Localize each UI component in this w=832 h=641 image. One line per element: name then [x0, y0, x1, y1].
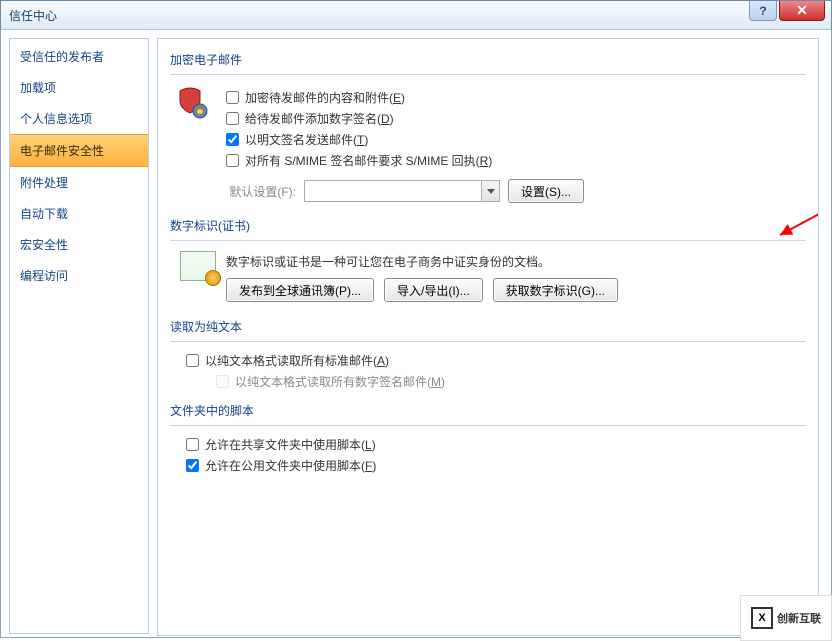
checkbox-public-scripts[interactable]: [186, 459, 199, 472]
sidebar-item-trusted-publishers[interactable]: 受信任的发布者: [10, 41, 148, 72]
shield-icon: [178, 87, 210, 119]
digital-id-block: 数字标识或证书是一种可让您在电子商务中证实身份的文档。 发布到全球通讯簿(P).…: [180, 251, 806, 302]
section-plain-text-title: 读取为纯文本: [170, 310, 806, 342]
option-cleartext-sign: 以明文签名发送邮件(T): [226, 131, 806, 148]
default-setting-dropdown[interactable]: [304, 180, 500, 202]
checkbox-plain-standard[interactable]: [186, 354, 199, 367]
label-public-scripts: 允许在公用文件夹中使用脚本(F): [205, 457, 376, 474]
title-bar: 信任中心 ? ✕: [0, 0, 832, 30]
option-shared-scripts: 允许在共享文件夹中使用脚本(L): [186, 436, 806, 453]
dropdown-value: [305, 181, 481, 201]
settings-button[interactable]: 设置(S)...: [508, 179, 584, 203]
sidebar-item-email-security[interactable]: 电子邮件安全性: [10, 134, 148, 167]
checkbox-add-signature[interactable]: [226, 112, 239, 125]
watermark-logo-icon: X: [751, 607, 773, 629]
sidebar-item-addins[interactable]: 加载项: [10, 72, 148, 103]
label-smime-receipt: 对所有 S/MIME 签名邮件要求 S/MIME 回执(R): [245, 152, 492, 169]
label-cleartext-sign: 以明文签名发送邮件(T): [245, 131, 368, 148]
option-plain-signed: 以纯文本格式读取所有数字签名邮件(M): [216, 373, 806, 390]
watermark: X 创新互联: [740, 595, 832, 641]
label-encrypt-contents: 加密待发邮件的内容和附件(E): [245, 89, 405, 106]
label-plain-standard: 以纯文本格式读取所有标准邮件(A): [205, 352, 389, 369]
content-area: 加密电子邮件 加密待发邮件的内容和附件(E) 给待发邮件添加数字签名(D) 以明…: [153, 30, 831, 637]
sidebar: 受信任的发布者 加载项 个人信息选项 电子邮件安全性 附件处理 自动下载 宏安全…: [9, 38, 149, 634]
help-button[interactable]: ?: [749, 1, 777, 21]
default-setting-row: 默认设置(F): 设置(S)...: [226, 179, 806, 203]
chevron-down-icon[interactable]: [481, 181, 499, 201]
option-encrypt-contents: 加密待发邮件的内容和附件(E): [226, 89, 806, 106]
label-shared-scripts: 允许在共享文件夹中使用脚本(L): [205, 436, 376, 453]
sidebar-item-attachment-handling[interactable]: 附件处理: [10, 167, 148, 198]
default-setting-label: 默认设置(F):: [226, 183, 296, 200]
certificate-icon: [180, 251, 216, 281]
checkbox-encrypt-contents[interactable]: [226, 91, 239, 104]
checkbox-smime-receipt[interactable]: [226, 154, 239, 167]
checkbox-cleartext-sign[interactable]: [226, 133, 239, 146]
publish-gal-button[interactable]: 发布到全球通讯簿(P)...: [226, 278, 374, 302]
option-add-signature: 给待发邮件添加数字签名(D): [226, 110, 806, 127]
option-public-scripts: 允许在公用文件夹中使用脚本(F): [186, 457, 806, 474]
settings-panel: 加密电子邮件 加密待发邮件的内容和附件(E) 给待发邮件添加数字签名(D) 以明…: [157, 38, 819, 636]
digital-id-description: 数字标识或证书是一种可让您在电子商务中证实身份的文档。: [226, 253, 806, 270]
checkbox-plain-signed: [216, 375, 229, 388]
checkbox-shared-scripts[interactable]: [186, 438, 199, 451]
window-body: 受信任的发布者 加载项 个人信息选项 电子邮件安全性 附件处理 自动下载 宏安全…: [0, 30, 832, 638]
section-digital-id-title: 数字标识(证书): [170, 209, 806, 241]
label-add-signature: 给待发邮件添加数字签名(D): [245, 110, 394, 127]
sidebar-item-programmatic-access[interactable]: 编程访问: [10, 260, 148, 291]
window-controls: ? ✕: [749, 1, 831, 29]
label-plain-signed: 以纯文本格式读取所有数字签名邮件(M): [235, 373, 445, 390]
import-export-button[interactable]: 导入/导出(I)...: [384, 278, 483, 302]
option-plain-standard: 以纯文本格式读取所有标准邮件(A): [186, 352, 806, 369]
sidebar-item-macro-security[interactable]: 宏安全性: [10, 229, 148, 260]
get-digital-id-button[interactable]: 获取数字标识(G)...: [493, 278, 618, 302]
section-encrypted-mail-title: 加密电子邮件: [170, 43, 806, 75]
close-button[interactable]: ✕: [779, 1, 825, 21]
sidebar-item-auto-download[interactable]: 自动下载: [10, 198, 148, 229]
section-folder-scripts-title: 文件夹中的脚本: [170, 394, 806, 426]
watermark-text: 创新互联: [777, 610, 821, 626]
window-title: 信任中心: [9, 7, 57, 24]
option-smime-receipt: 对所有 S/MIME 签名邮件要求 S/MIME 回执(R): [226, 152, 806, 169]
sidebar-item-personal-info[interactable]: 个人信息选项: [10, 103, 148, 134]
